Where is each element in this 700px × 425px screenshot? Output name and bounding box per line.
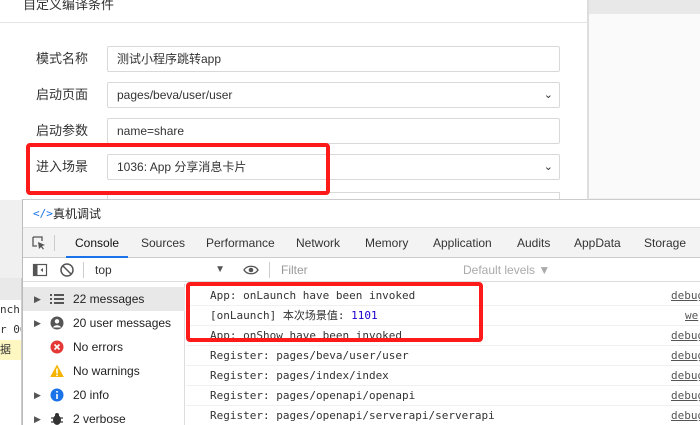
code-icon: </> [33,207,53,220]
highlight-box-scene [26,143,330,195]
log-levels-select[interactable]: Default levels ▼ [463,258,550,282]
clear-console-icon[interactable] [59,262,75,278]
chevron-down-icon: ⌄ [543,89,553,101]
tab-network[interactable]: Network [296,228,340,258]
log-source-link[interactable]: debug [671,326,700,346]
log-source-link[interactable]: debug [671,346,700,366]
tab-sources[interactable]: Sources [141,228,185,258]
launch-params-label: 启动参数 [36,123,89,138]
sidebar-toggle-icon[interactable] [32,262,48,278]
log-source-link[interactable]: debug [671,386,700,406]
tab-performance[interactable]: Performance [206,228,275,258]
log-row: Register: pages/openapi/serverapi/server… [186,406,700,425]
expand-triangle-icon: ▶ [34,414,41,424]
sidebar-item-user-messages[interactable]: ▶ 20 user messages [23,311,185,335]
background-toolbar-strip [0,278,22,300]
context-select[interactable]: top ▼ [95,258,225,282]
tab-memory[interactable]: Memory [365,228,408,258]
sidebar-item-errors[interactable]: No errors [23,335,185,359]
devtools-titlebar: </> 真机调试 [23,200,700,228]
log-source-link[interactable]: debug [671,406,700,425]
log-source-link[interactable]: debug [671,366,700,386]
launch-params-input[interactable]: name=share [107,118,560,144]
sidebar-item-warnings[interactable]: No warnings [23,359,185,383]
dropdown-arrow-icon: ▼ [215,264,225,275]
dialog-title: 自定义编译条件 [23,0,115,12]
code-line: r 06 [0,323,21,336]
launch-params-row: 启动参数 name=share [0,118,588,144]
expand-triangle-icon: ▶ [34,390,41,400]
divider [0,22,588,23]
info-icon [50,388,64,402]
chevron-down-icon: ⌄ [543,161,553,173]
log-row: Register: pages/openapi/openapi debug [186,386,700,406]
launch-page-select[interactable]: pages/beva/user/user ⌄ [107,82,560,108]
eye-icon[interactable] [243,264,259,276]
sidebar-item-verbose[interactable]: ▶ 2 verbose [23,407,185,425]
mode-name-input[interactable]: 测试小程序跳转app [107,46,560,72]
inspect-element-icon[interactable] [32,236,46,250]
mode-name-label: 模式名称 [36,51,89,66]
sidebar-item-info[interactable]: ▶ 20 info [23,383,185,407]
filter-input[interactable]: Filter [279,260,449,280]
background-code-editor: nch] r 06 据 [0,300,22,425]
code-line: nch] [0,303,21,316]
expand-triangle-icon: ▶ [34,294,41,304]
tab-console[interactable]: Console [65,228,129,258]
console-sidebar: ▶ 22 messages ▶ 20 user messages No erro… [23,284,185,425]
log-source-link[interactable]: we [685,306,700,326]
expand-triangle-icon: ▶ [34,318,41,328]
code-line: 据 [0,340,21,360]
list-icon [50,294,64,304]
screen: nch] r 06 据 自定义编译条件 模式名称 测试小程序跳转app 启动页面… [0,0,700,425]
error-icon [50,340,64,354]
mode-name-row: 模式名称 测试小程序跳转app [0,46,588,72]
launch-page-row: 启动页面 pages/beva/user/user ⌄ [0,82,588,108]
user-icon [50,316,64,330]
launch-page-label: 启动页面 [36,87,89,102]
sidebar-item-messages[interactable]: ▶ 22 messages [23,287,185,311]
log-row: Register: pages/index/index debug [186,366,700,386]
highlight-box-logs [186,282,483,342]
log-source-link[interactable]: debug [671,286,700,306]
tab-application[interactable]: Application [433,228,492,258]
bug-icon [51,413,63,425]
log-row: Register: pages/beva/user/user debug [186,346,700,366]
warning-icon [50,364,64,377]
devtools-tabbar: Console Sources Performance Network Memo… [23,228,700,258]
tab-storage[interactable]: Storage [644,228,686,258]
tab-audits[interactable]: Audits [517,228,550,258]
console-toolbar: top ▼ Filter Default levels ▼ [23,258,700,282]
background-window [588,0,700,198]
tab-appdata[interactable]: AppData [574,228,621,258]
devtools-title: 真机调试 [53,207,102,221]
